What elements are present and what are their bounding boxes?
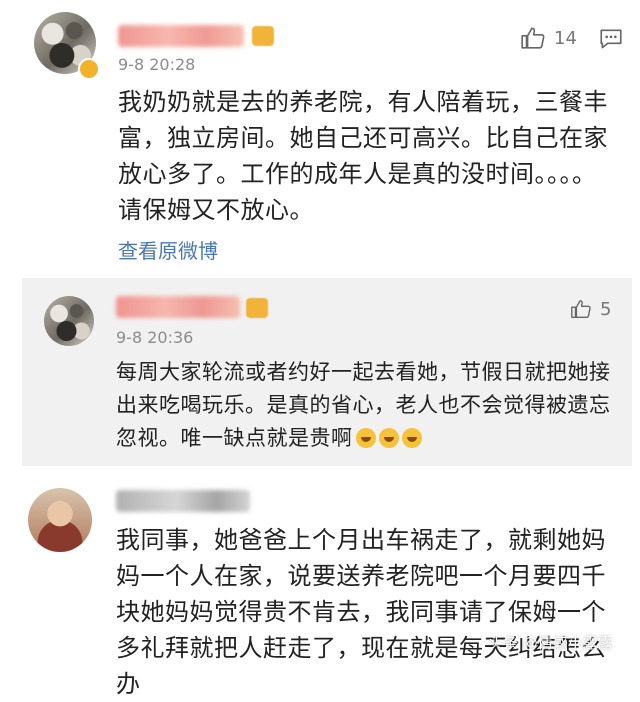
verified-badge-icon (78, 58, 100, 80)
reply-like-button[interactable]: 5 (570, 296, 611, 322)
reply-name-blurred[interactable] (116, 296, 240, 318)
reply-time: 9-8 20:36 (116, 328, 194, 347)
laugh-cry-emoji-icon (401, 428, 422, 448)
reply-comment-icon[interactable] (598, 26, 624, 52)
reply-member-badge-icon (246, 298, 268, 318)
comment-text: 我奶奶就是去的养老院，有人陪着玩，三餐丰富，独立房间。她自己还可高兴。比自己在家… (118, 88, 608, 224)
commenter2-name-blurred[interactable] (116, 490, 250, 512)
comment2-text: 我同事，她爸爸上个月出车祸走了，就剩她妈妈一个人在家，说要送养老院吧一个月要四千… (116, 526, 606, 698)
reply-avatar[interactable] (44, 296, 94, 346)
like-count: 14 (554, 27, 577, 49)
laugh-cry-emoji-icon (355, 428, 376, 448)
reply-text-block: 每周大家轮流或者约好一起去看她，节假日就把她接出来吃喝玩乐。是真的省心，老人也不… (116, 356, 614, 455)
reply-like-count: 5 (600, 298, 612, 320)
commenter2-avatar[interactable] (28, 488, 92, 552)
thumbs-up-icon (571, 300, 591, 318)
laugh-cry-emoji-icon (378, 428, 399, 448)
commenter-name-blurred[interactable] (118, 25, 244, 47)
like-button[interactable]: 14 (520, 24, 577, 52)
member-badge-icon (252, 26, 274, 46)
comment-time: 9-8 20:28 (118, 55, 196, 74)
watermark: 头条 @情感小露露 (488, 634, 613, 652)
thumbs-up-icon (521, 27, 545, 49)
view-original-weibo-link[interactable]: 查看原微博 (118, 235, 218, 264)
